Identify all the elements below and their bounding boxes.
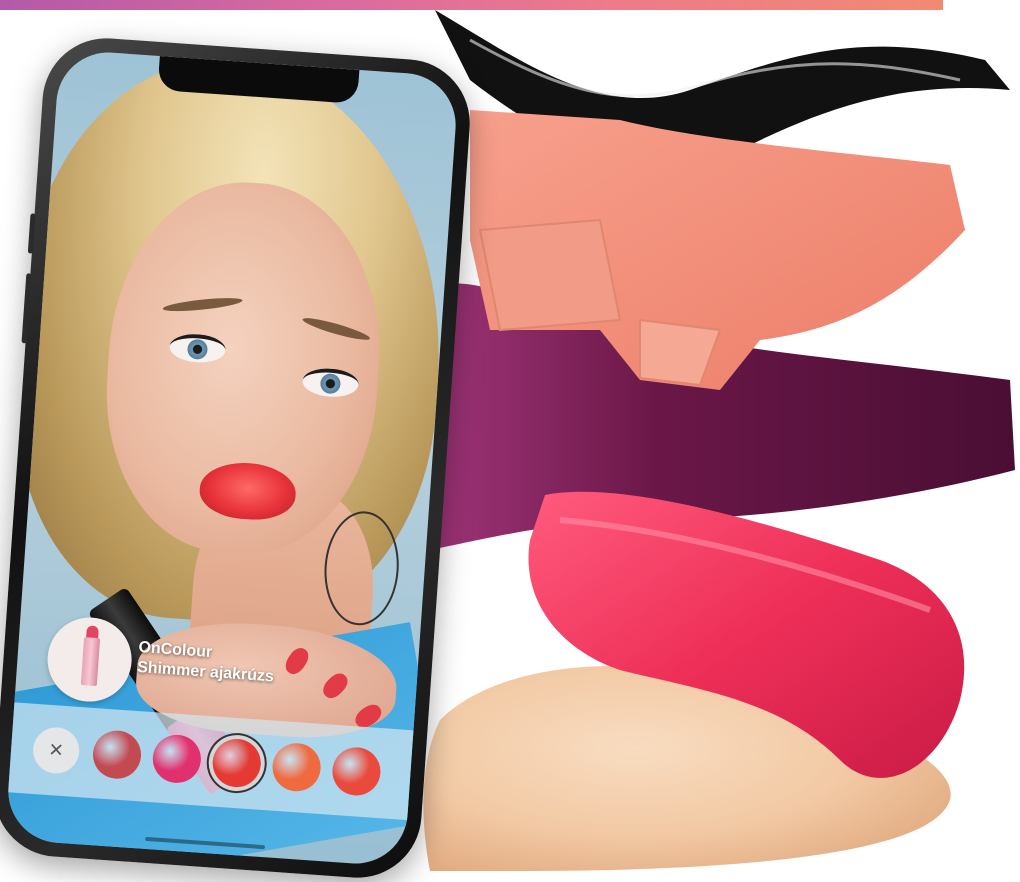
shade-swatch-5[interactable] [330, 745, 383, 798]
close-button[interactable]: × [31, 725, 81, 775]
smartphone-mockup: OnColour Shimmer ajakrúzs × [0, 34, 475, 882]
shade-swatch-4[interactable] [270, 741, 323, 793]
shade-swatch-3[interactable] [211, 737, 263, 789]
shade-swatch-1[interactable] [91, 729, 143, 781]
close-icon: × [48, 735, 65, 764]
shade-swatch-2[interactable] [151, 733, 203, 785]
phone-screen: OnColour Shimmer ajakrúzs × [4, 49, 460, 867]
